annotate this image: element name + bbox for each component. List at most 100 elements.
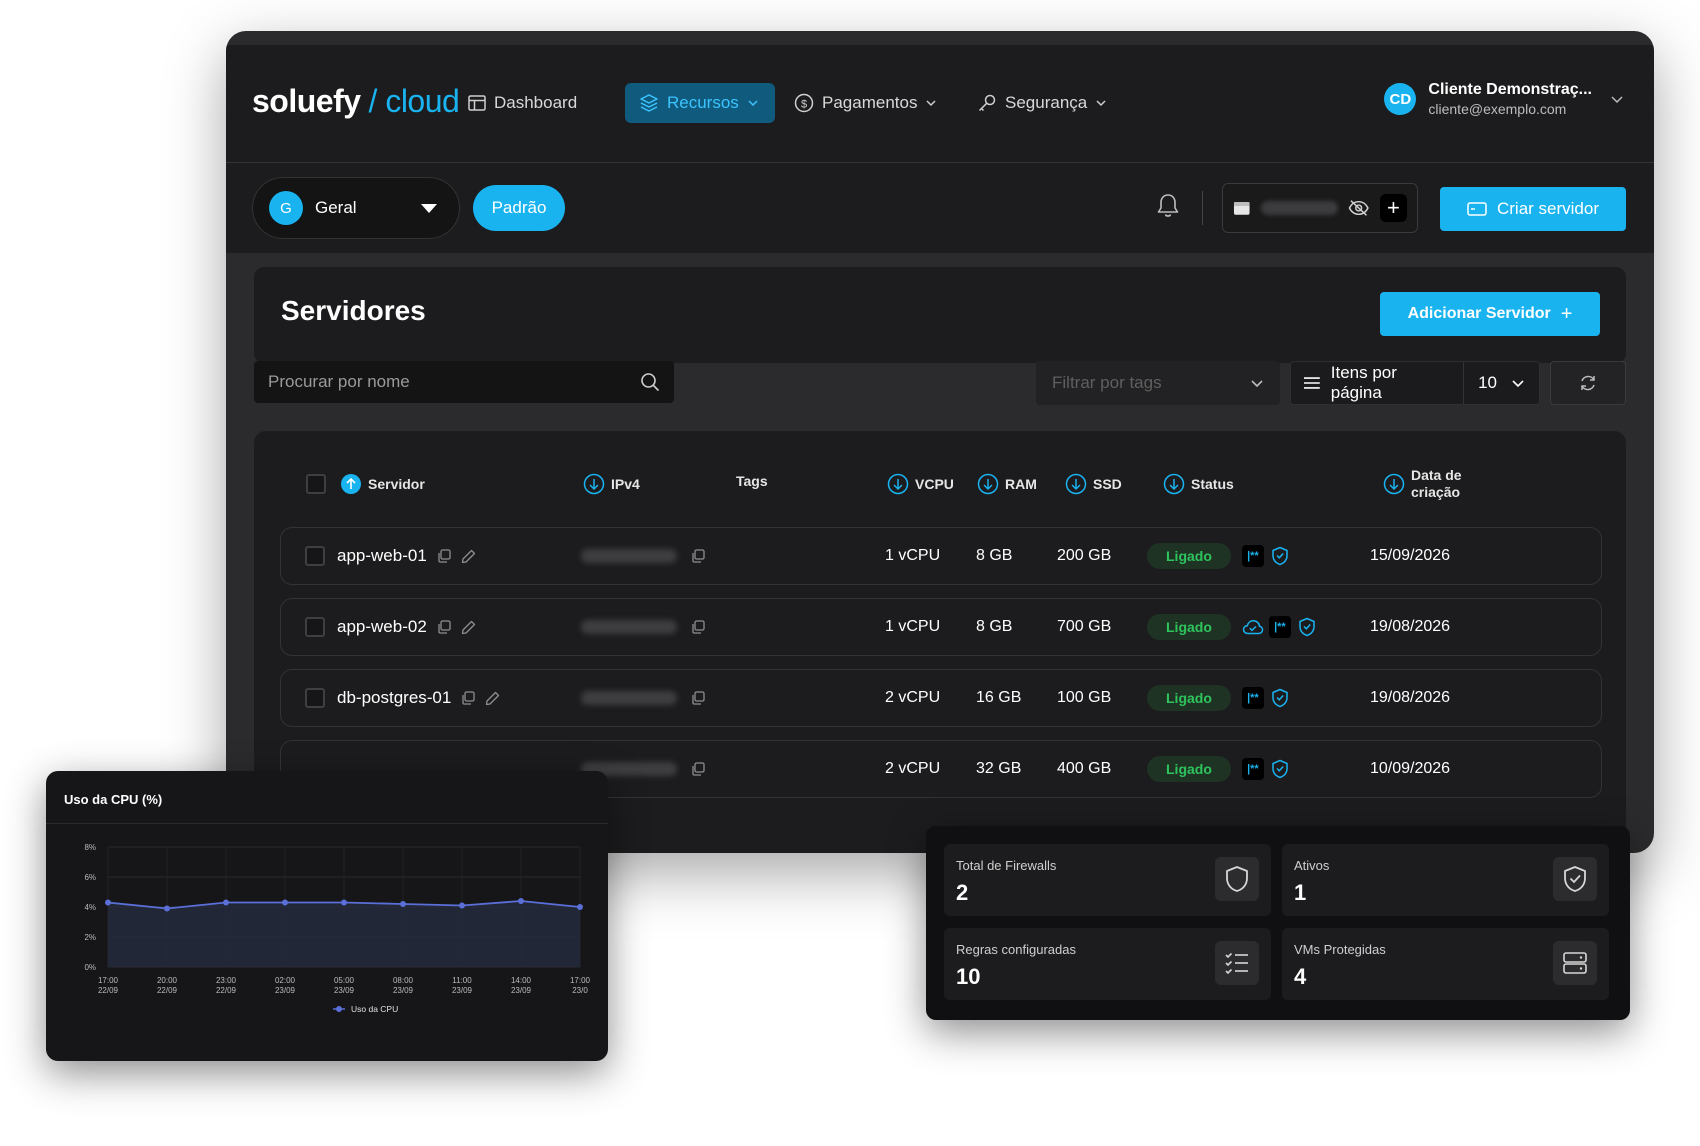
row-checkbox[interactable] xyxy=(305,617,325,637)
brand-logo[interactable]: soluefy / cloud xyxy=(252,83,460,120)
server-feature-icons: |** xyxy=(1237,616,1318,638)
divider xyxy=(1202,191,1203,225)
nav-recursos[interactable]: Recursos xyxy=(625,83,775,123)
y-tick-label: 2% xyxy=(84,933,96,942)
col-ram[interactable]: RAM xyxy=(977,473,1037,495)
table-row[interactable]: app-web-02 1 vCPU 8 GB 700 GB Ligado |**… xyxy=(280,598,1602,656)
items-per-page-select[interactable]: Itens por página 10 xyxy=(1290,361,1540,405)
col-ssd-label: SSD xyxy=(1093,476,1122,492)
ssd-cell: 700 GB xyxy=(1057,618,1112,635)
ssh-key-icon[interactable]: |** xyxy=(1241,758,1264,780)
col-ipv4[interactable]: IPv4 xyxy=(583,473,640,495)
server-stack-icon xyxy=(1553,941,1597,985)
tags-filter-select[interactable]: Filtrar por tags xyxy=(1036,361,1280,405)
sort-down-icon[interactable] xyxy=(1065,473,1087,495)
server-name[interactable]: db-postgres-01 xyxy=(337,688,451,708)
shield-check-icon[interactable] xyxy=(1296,616,1318,638)
col-vcpu[interactable]: VCPU xyxy=(887,473,954,495)
copy-icon[interactable] xyxy=(691,620,705,634)
server-name[interactable]: app-web-01 xyxy=(337,546,427,566)
ssh-key-icon[interactable]: |** xyxy=(1241,545,1264,567)
wallet-icon xyxy=(1233,202,1250,215)
copy-icon[interactable] xyxy=(691,691,705,705)
data-point[interactable] xyxy=(518,898,524,904)
col-status[interactable]: Status xyxy=(1163,473,1234,495)
nav-seguranca[interactable]: Segurança xyxy=(963,83,1121,123)
user-menu[interactable]: CD Cliente Demonstraç... cliente@exemplo… xyxy=(1384,81,1624,117)
add-balance-button[interactable]: + xyxy=(1379,194,1408,222)
row-checkbox[interactable] xyxy=(305,546,325,566)
nav-pagamentos-label: Pagamentos xyxy=(822,93,918,112)
bell-icon[interactable] xyxy=(1156,193,1180,224)
sort-down-icon[interactable] xyxy=(1383,473,1405,495)
cloud-check-icon[interactable] xyxy=(1242,616,1264,638)
shield-check-icon[interactable] xyxy=(1269,545,1291,567)
items-per-page-value-box[interactable]: 10 xyxy=(1464,373,1539,393)
data-point[interactable] xyxy=(223,899,229,906)
row-checkbox[interactable] xyxy=(305,688,325,708)
pencil-icon[interactable] xyxy=(485,691,500,706)
table-row[interactable]: db-postgres-01 2 vCPU 16 GB 100 GB Ligad… xyxy=(280,669,1602,727)
nav-dashboard[interactable]: Dashboard xyxy=(454,83,591,123)
sort-up-icon[interactable] xyxy=(340,473,362,495)
sort-down-icon[interactable] xyxy=(977,473,999,495)
vcpu-cell: 1 vCPU xyxy=(885,547,941,564)
row-select[interactable] xyxy=(305,670,325,726)
pencil-icon[interactable] xyxy=(461,549,476,564)
col-ssd[interactable]: SSD xyxy=(1065,473,1122,495)
default-button[interactable]: Padrão xyxy=(473,185,565,231)
sort-down-icon[interactable] xyxy=(583,473,605,495)
legend-marker xyxy=(336,1006,342,1012)
shield-check-icon xyxy=(1553,857,1597,901)
chevron-down-icon xyxy=(1611,96,1623,104)
search-input[interactable] xyxy=(268,372,640,392)
pencil-icon[interactable] xyxy=(461,620,476,635)
data-point[interactable] xyxy=(400,901,406,907)
server-name[interactable]: app-web-02 xyxy=(337,617,427,637)
group-selector[interactable]: G Geral xyxy=(252,177,460,239)
row-select[interactable] xyxy=(305,528,325,584)
status-badge: Ligado xyxy=(1147,543,1231,569)
ssh-key-icon[interactable]: |** xyxy=(1268,616,1291,638)
shield-check-icon[interactable] xyxy=(1269,758,1291,780)
table-row[interactable]: app-web-01 1 vCPU 8 GB 200 GB Ligado |**… xyxy=(280,527,1602,585)
add-server-button[interactable]: Adicionar Servidor + xyxy=(1380,292,1600,336)
stat-value: 10 xyxy=(956,964,981,989)
cpu-usage-chart: 8%6%4%2%0%17:0022/0920:0022/0923:0022/09… xyxy=(84,843,590,1014)
logo-slash: / xyxy=(368,83,378,119)
nav-pagamentos[interactable]: $ Pagamentos xyxy=(780,83,951,123)
data-point[interactable] xyxy=(105,899,111,906)
copy-icon[interactable] xyxy=(691,549,705,563)
status-cell: Ligado |** xyxy=(1147,528,1291,584)
col-servidor[interactable]: Servidor xyxy=(306,473,425,495)
vcpu-cell: 2 vCPU xyxy=(885,760,941,777)
shield-check-icon[interactable] xyxy=(1269,687,1291,709)
x-tick-date: 23/09 xyxy=(334,986,355,995)
eye-off-icon[interactable] xyxy=(1348,199,1370,217)
data-point[interactable] xyxy=(164,905,170,912)
refresh-button[interactable] xyxy=(1550,361,1626,405)
sort-down-icon[interactable] xyxy=(1163,473,1185,495)
data-point[interactable] xyxy=(577,904,583,910)
copy-icon[interactable] xyxy=(437,549,451,563)
y-tick-label: 8% xyxy=(84,843,96,852)
copy-icon[interactable] xyxy=(461,691,475,705)
copy-icon[interactable] xyxy=(437,620,451,634)
copy-icon[interactable] xyxy=(691,762,705,776)
data-point[interactable] xyxy=(282,899,288,906)
legend-label: Uso da CPU xyxy=(351,1004,398,1014)
stage: soluefy / cloud Dashboard Recursos $ Paga… xyxy=(0,0,1700,1146)
data-point[interactable] xyxy=(459,902,465,909)
ssd-cell: 100 GB xyxy=(1057,689,1112,706)
row-select[interactable] xyxy=(305,599,325,655)
layers-icon xyxy=(640,94,658,112)
created-date-cell: 19/08/2026 xyxy=(1370,618,1451,635)
search-icon[interactable] xyxy=(640,372,660,392)
search-field[interactable] xyxy=(254,361,674,403)
ssh-key-icon[interactable]: |** xyxy=(1241,687,1264,709)
data-point[interactable] xyxy=(341,899,347,906)
create-server-button[interactable]: Criar servidor xyxy=(1440,187,1626,231)
select-all-checkbox[interactable] xyxy=(306,474,326,494)
col-data-criacao[interactable]: Data de criação xyxy=(1383,467,1462,501)
sort-down-icon[interactable] xyxy=(887,473,909,495)
